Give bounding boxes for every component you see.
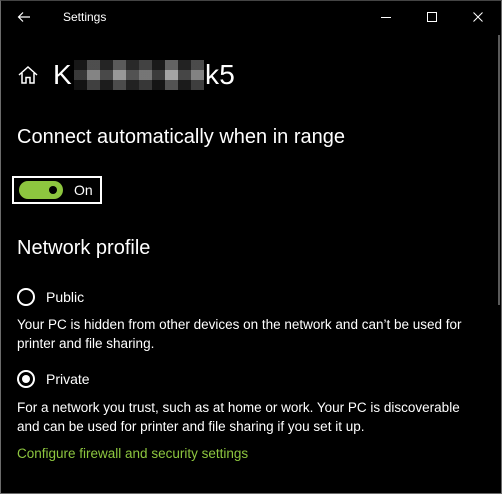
private-radio-label[interactable]: Private <box>46 371 90 387</box>
settings-window: Settings K k5 Connect automatically when… <box>0 0 502 494</box>
network-name-suffix: k5 <box>204 59 236 90</box>
public-description: Your PC is hidden from other devices on … <box>17 317 462 351</box>
back-button[interactable] <box>9 3 39 31</box>
network-name-prefix: K <box>53 59 72 90</box>
toggle-state-label: On <box>74 182 93 198</box>
minimize-button[interactable] <box>363 1 409 33</box>
window-title: Settings <box>63 10 107 24</box>
title-bar: Settings <box>1 1 501 33</box>
close-icon <box>473 12 483 22</box>
configure-firewall-link[interactable]: Configure firewall and security settings <box>17 446 248 461</box>
minimize-icon <box>381 17 391 18</box>
home-icon[interactable] <box>17 64 39 86</box>
back-arrow-icon <box>17 12 30 22</box>
maximize-icon <box>427 12 437 22</box>
private-radio-option[interactable]: Private <box>17 368 90 390</box>
connect-automatically-heading: Connect automatically when in range <box>17 126 345 148</box>
private-radio-button[interactable] <box>17 370 35 388</box>
public-radio-label[interactable]: Public <box>46 289 84 305</box>
public-radio-button[interactable] <box>17 288 35 306</box>
close-button[interactable] <box>455 1 501 33</box>
private-description: For a network you trust, such as at home… <box>17 400 460 434</box>
redacted-network-name <box>73 60 204 90</box>
network-name: K k5 <box>53 59 235 91</box>
public-radio-option[interactable]: Public <box>17 286 84 308</box>
toggle-switch[interactable] <box>19 181 63 199</box>
connect-automatically-toggle[interactable]: On <box>12 176 102 204</box>
network-profile-heading: Network profile <box>17 237 151 259</box>
maximize-button[interactable] <box>409 1 455 33</box>
scrollbar[interactable] <box>498 35 500 305</box>
